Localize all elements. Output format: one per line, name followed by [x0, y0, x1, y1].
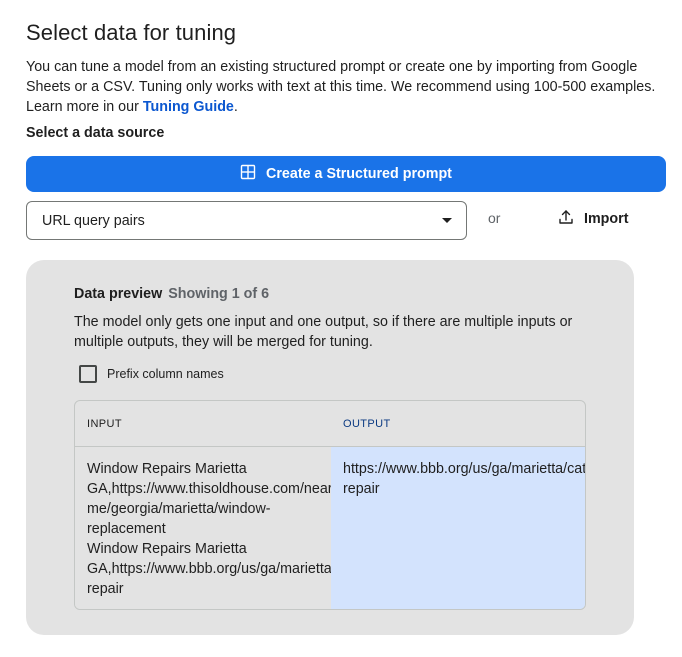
input-line: GA,https://www.bbb.org/us/ga/marietta/ca… — [87, 561, 331, 577]
preview-header: Data preview Showing 1 of 6 — [74, 286, 269, 302]
create-button-label: Create a Structured prompt — [266, 166, 452, 182]
input-line: Window Repairs Marietta — [87, 541, 247, 557]
input-line: GA,https://www.thisoldhouse.com/near- — [87, 481, 331, 497]
input-line: repair — [87, 581, 124, 597]
prefix-column-names-option[interactable]: Prefix column names — [79, 365, 224, 383]
page-description: You can tune a model from an existing st… — [26, 57, 666, 117]
output-line: repair — [343, 481, 380, 497]
prefix-checkbox[interactable] — [79, 365, 97, 383]
or-separator: or — [488, 210, 501, 226]
input-line: Window Repairs Marietta — [87, 461, 247, 477]
preview-table: INPUT OUTPUT Window Repairs Marietta GA,… — [74, 400, 586, 610]
input-line: replacement — [87, 521, 166, 537]
import-button-label: Import — [584, 211, 629, 227]
select-value: URL query pairs — [42, 212, 145, 229]
upload-icon — [558, 209, 574, 229]
input-column-header: INPUT — [87, 417, 122, 430]
input-cell: Window Repairs Marietta GA,https://www.t… — [75, 447, 331, 609]
preview-count: Showing 1 of 6 — [168, 286, 270, 302]
caret-down-icon — [442, 218, 452, 223]
grid-table-icon — [240, 164, 256, 184]
create-structured-prompt-button[interactable]: Create a Structured prompt — [26, 156, 666, 192]
prefix-label: Prefix column names — [107, 367, 224, 381]
page-title: Select data for tuning — [26, 20, 237, 45]
tuning-guide-link[interactable]: Tuning Guide — [143, 99, 234, 115]
output-column-header: OUTPUT — [343, 417, 391, 430]
preview-title: Data preview — [74, 286, 163, 302]
output-cell: https://www.bbb.org/us/ga/marietta/categ… — [331, 447, 586, 609]
output-line: https://www.bbb.org/us/ga/marietta/categ… — [343, 461, 586, 477]
description-text: You can tune a model from an existing st… — [26, 59, 656, 115]
input-line: me/georgia/marietta/window- — [87, 501, 271, 517]
import-button[interactable]: Import — [558, 206, 628, 232]
data-source-label: Select a data source — [26, 125, 165, 141]
data-preview-panel: Data preview Showing 1 of 6 The model onl… — [26, 260, 634, 635]
preview-description: The model only gets one input and one ou… — [74, 314, 573, 350]
description-end: . — [233, 99, 238, 115]
data-source-select[interactable]: URL query pairs — [26, 201, 467, 240]
